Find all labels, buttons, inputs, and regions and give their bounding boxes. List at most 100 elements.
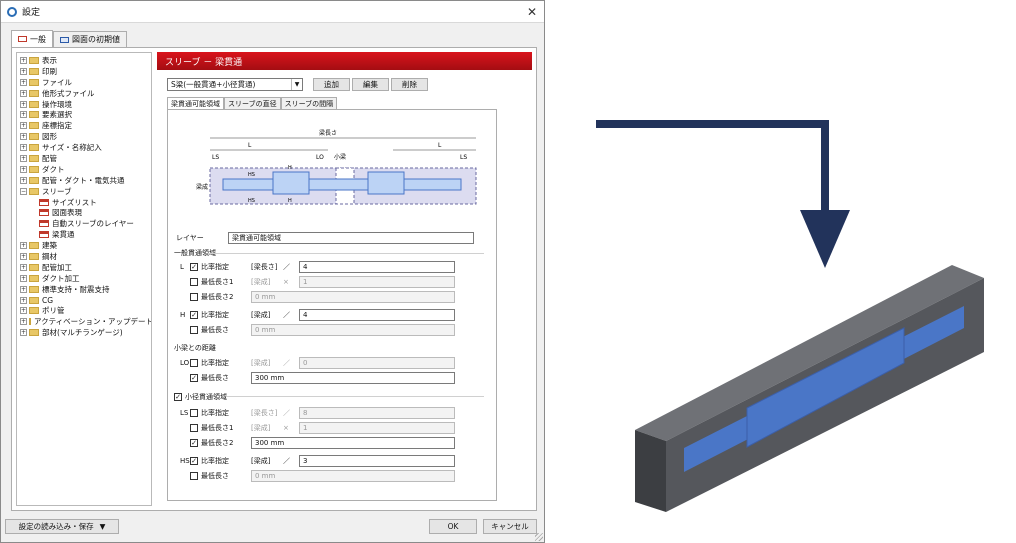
expand-icon[interactable]: + bbox=[20, 89, 27, 97]
close-button[interactable]: ✕ bbox=[520, 5, 544, 19]
tab-sleeve-diameter[interactable]: スリーブの直径 bbox=[224, 97, 281, 109]
expand-icon[interactable]: + bbox=[20, 318, 27, 326]
tree-item-common[interactable]: + 配管・ダクト・電気共通 bbox=[17, 175, 151, 186]
tree-item-duct-fab[interactable]: + ダクト加工 bbox=[17, 273, 151, 284]
tab-penetrable-area[interactable]: 梁貫通可能領域 bbox=[167, 97, 224, 109]
tab-sleeve-spacing[interactable]: スリーブの間隔 bbox=[280, 97, 338, 109]
HS-min-checkbox[interactable] bbox=[190, 471, 198, 480]
LO-ratio-checkbox[interactable] bbox=[190, 358, 198, 367]
delete-button[interactable]: 削除 bbox=[391, 78, 428, 91]
L-min1-input[interactable]: 1 bbox=[299, 275, 455, 288]
LS-min2-checkbox[interactable]: ✓ bbox=[190, 438, 198, 447]
expand-icon[interactable]: + bbox=[20, 111, 27, 119]
expand-icon[interactable]: + bbox=[20, 78, 27, 86]
tree-item-duct[interactable]: + ダクト bbox=[17, 164, 151, 175]
expand-icon[interactable]: + bbox=[20, 133, 27, 141]
cancel-button[interactable]: キャンセル bbox=[483, 519, 537, 534]
expand-icon[interactable]: + bbox=[20, 154, 27, 162]
layer-input[interactable]: 梁貫通可能領域 bbox=[228, 232, 474, 244]
L-min1-checkbox[interactable] bbox=[190, 277, 198, 286]
L-min2-input[interactable]: 0 mm bbox=[251, 290, 455, 303]
expand-icon[interactable]: + bbox=[20, 56, 27, 64]
LO-min-input[interactable]: 300 mm bbox=[251, 371, 455, 384]
expand-icon[interactable]: + bbox=[20, 100, 27, 108]
expand-icon[interactable]: + bbox=[20, 296, 27, 304]
settings-tree[interactable]: + 表示 + 印刷 + ファイル + 他形式ファイル + 操作環境 + 要素選択 + 座標指定… bbox=[16, 52, 152, 506]
tree-item-size-list[interactable]: サイズリスト bbox=[17, 197, 151, 208]
tree-item-display[interactable]: + 表示 bbox=[17, 55, 151, 66]
page-icon bbox=[39, 231, 49, 239]
tab-drawing-defaults[interactable]: 図面の初期値 bbox=[53, 31, 127, 47]
L-ratio-input[interactable]: 4 bbox=[299, 260, 455, 273]
tree-item-support[interactable]: + 標準支持・耐震支持 bbox=[17, 284, 151, 295]
LS-min2-input[interactable]: 300 mm bbox=[251, 436, 455, 449]
tree-item-print[interactable]: + 印刷 bbox=[17, 66, 151, 77]
chevron-down-icon[interactable]: ▼ bbox=[291, 79, 302, 90]
collapse-icon[interactable]: − bbox=[20, 187, 27, 195]
expand-icon[interactable]: + bbox=[20, 67, 27, 75]
tree-item-size-name[interactable]: + サイズ・名称記入 bbox=[17, 142, 151, 153]
L-ratio-checkbox[interactable]: ✓ bbox=[190, 262, 198, 271]
expand-icon[interactable]: + bbox=[20, 176, 27, 184]
HS-min-input[interactable]: 0 mm bbox=[251, 469, 455, 482]
folder-icon bbox=[29, 252, 39, 260]
HS-ratio-checkbox[interactable]: ✓ bbox=[190, 456, 198, 465]
tree-item-selection[interactable]: + 要素選択 bbox=[17, 109, 151, 120]
expand-icon[interactable]: + bbox=[20, 274, 27, 282]
edit-button[interactable]: 編集 bbox=[352, 78, 389, 91]
tree-item-sleeve[interactable]: − スリーブ bbox=[17, 186, 151, 197]
add-button[interactable]: 追加 bbox=[313, 78, 350, 91]
tree-item-cg[interactable]: + CG bbox=[17, 295, 151, 306]
H-min-input[interactable]: 0 mm bbox=[251, 323, 455, 336]
LS-dim-label: LS bbox=[460, 154, 467, 161]
load-save-button[interactable]: 設定の読み込み・保存 ▼ bbox=[5, 519, 119, 534]
page-icon bbox=[39, 220, 49, 228]
expand-icon[interactable]: + bbox=[20, 144, 27, 152]
folder-icon bbox=[29, 78, 39, 86]
expand-icon[interactable]: + bbox=[20, 242, 27, 250]
H-ratio-checkbox[interactable]: ✓ bbox=[190, 310, 198, 319]
tree-item-shapes[interactable]: + 図形 bbox=[17, 131, 151, 142]
L-min2-checkbox[interactable] bbox=[190, 292, 198, 301]
tree-item-architecture[interactable]: + 建築 bbox=[17, 240, 151, 251]
resize-grip[interactable] bbox=[535, 533, 543, 541]
folder-icon bbox=[29, 307, 39, 315]
expand-icon[interactable]: + bbox=[20, 165, 27, 173]
LO-min-checkbox[interactable]: ✓ bbox=[190, 373, 198, 382]
LS-min1-checkbox[interactable] bbox=[190, 423, 198, 432]
folder-icon bbox=[29, 100, 39, 108]
tree-item-pipe-fab[interactable]: + 配管加工 bbox=[17, 262, 151, 273]
expand-icon[interactable]: + bbox=[20, 252, 27, 260]
tree-item-poly-pipe[interactable]: + ポリ管 bbox=[17, 305, 151, 316]
tree-item-steel[interactable]: + 鋼材 bbox=[17, 251, 151, 262]
H-dim-label: H bbox=[288, 165, 292, 171]
tree-item-other-format[interactable]: + 他形式ファイル bbox=[17, 88, 151, 99]
beam-type-select[interactable]: S梁(一般貫通+小径貫通) ▼ bbox=[167, 78, 303, 91]
H-min-checkbox[interactable] bbox=[190, 325, 198, 334]
penetrable-area-panel: 梁長さ L L LS LS LO 小梁 梁成 HS HS H H レイヤー 梁貫… bbox=[167, 109, 497, 501]
H-ratio-input[interactable]: 4 bbox=[299, 308, 455, 321]
expand-icon[interactable]: + bbox=[20, 122, 27, 130]
LS-min1-input[interactable]: 1 bbox=[299, 421, 455, 434]
ok-button[interactable]: OK bbox=[429, 519, 477, 534]
expand-icon[interactable]: + bbox=[20, 285, 27, 293]
expand-icon[interactable]: + bbox=[20, 307, 27, 315]
tree-item-drawing-expression[interactable]: 図面表現 bbox=[17, 207, 151, 218]
LS-ratio-input[interactable]: 8 bbox=[299, 406, 455, 419]
expand-icon[interactable]: + bbox=[20, 263, 27, 271]
tree-item-operation[interactable]: + 操作環境 bbox=[17, 99, 151, 110]
tree-item-file[interactable]: + ファイル bbox=[17, 77, 151, 88]
tree-item-auto-sleeve-layer[interactable]: 自動スリーブのレイヤー bbox=[17, 218, 151, 229]
small-penetration-checkbox[interactable]: ✓ bbox=[174, 392, 182, 401]
tree-item-piping[interactable]: + 配管 bbox=[17, 153, 151, 164]
tab-general[interactable]: 一般 bbox=[11, 30, 53, 47]
tree-item-parts[interactable]: + 部材(マルチランゲージ) bbox=[17, 327, 151, 338]
tree-item-beam-penetration[interactable]: 梁貫通 bbox=[17, 229, 151, 240]
HS-ratio-input[interactable]: 3 bbox=[299, 454, 455, 467]
folder-icon bbox=[29, 318, 31, 326]
expand-icon[interactable]: + bbox=[20, 329, 27, 337]
tree-item-activation[interactable]: + アクティベーション・アップデート bbox=[17, 316, 151, 327]
LO-ratio-input[interactable]: 0 bbox=[299, 356, 455, 369]
tree-item-coordinates[interactable]: + 座標指定 bbox=[17, 120, 151, 131]
LS-ratio-checkbox[interactable] bbox=[190, 408, 198, 417]
